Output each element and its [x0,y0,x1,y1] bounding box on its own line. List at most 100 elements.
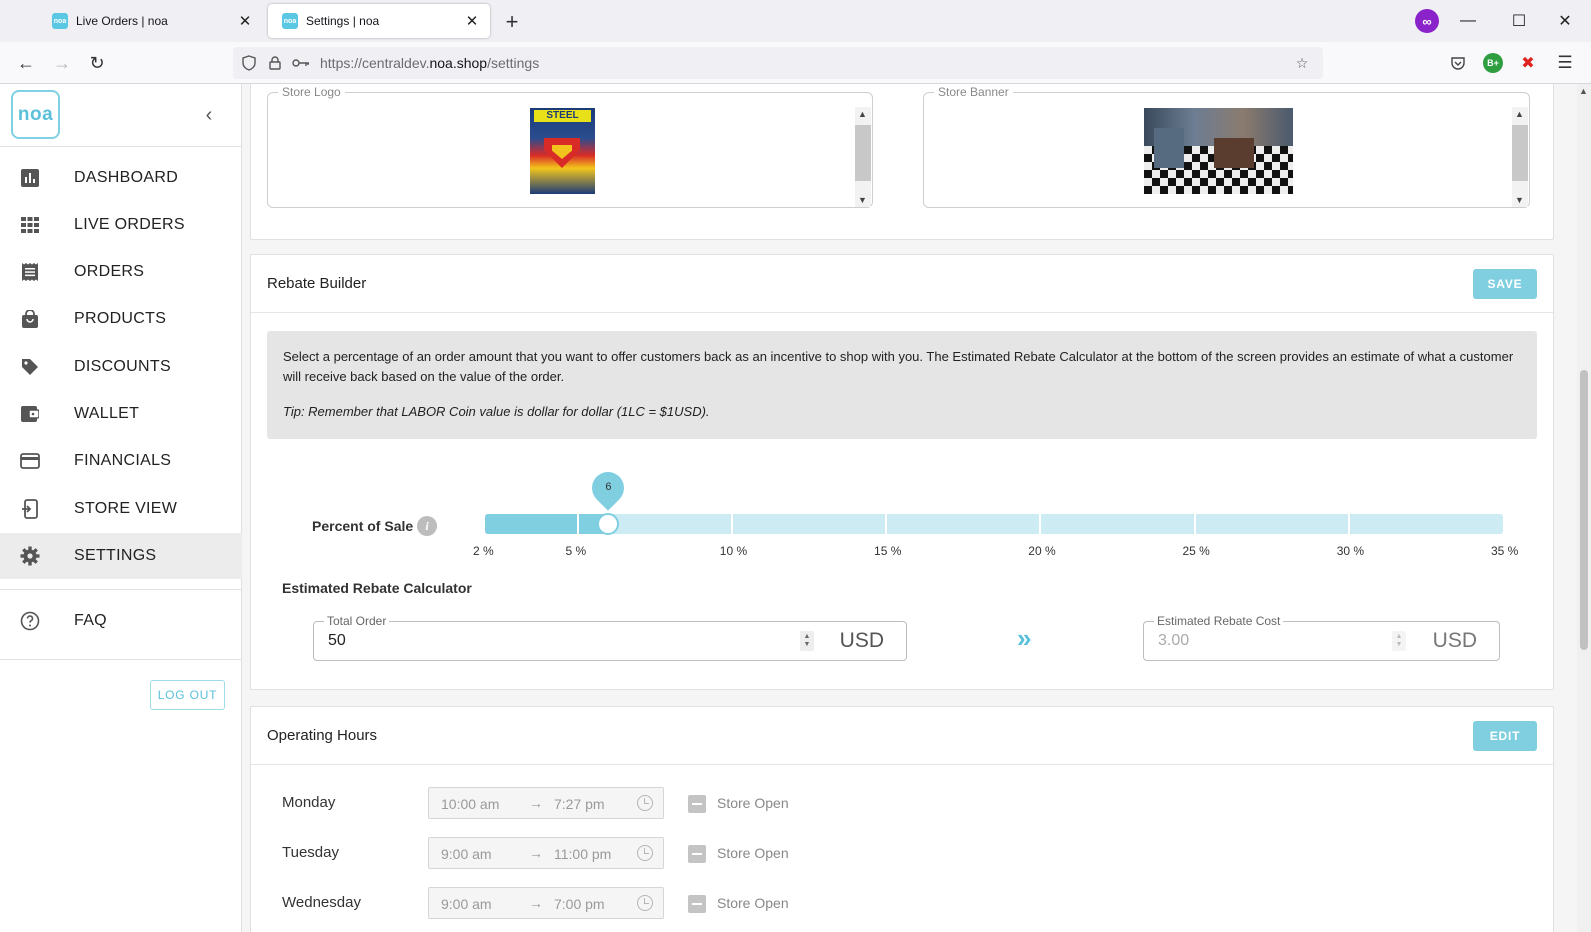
shield-icon[interactable] [236,50,262,76]
sidebar-item-settings[interactable]: SETTINGS [0,533,242,579]
clock-icon [637,845,653,861]
browser-tab-settings[interactable]: noa Settings | noa ✕ [268,4,490,38]
rebate-builder-title: Rebate Builder [267,275,367,292]
sidebar-item-faq[interactable]: FAQ [0,598,242,644]
store-banner-image [1144,108,1293,194]
arrow-right-icon: → [529,845,543,861]
operating-hours-card: Operating Hours EDIT Monday 10:00 am → 7… [250,706,1554,932]
shopping-bag-icon [20,309,40,329]
arrow-right-icon: → [529,795,543,811]
close-time: 7:00 pm [554,896,605,912]
total-order-value[interactable]: 50 [328,632,346,650]
divider [0,146,242,147]
hours-row-monday: Monday 10:00 am → 7:27 pm Store Open [251,787,1551,819]
store-open-checkbox[interactable] [688,845,706,863]
sidebar-item-label: DISCOUNTS [74,358,171,375]
key-icon[interactable] [288,50,314,76]
sidebar-item-label: DASHBOARD [74,169,179,186]
close-tab-icon[interactable]: ✕ [233,9,257,33]
calculator-title: Estimated Rebate Calculator [282,580,472,596]
url-text[interactable]: https://centraldev.noa.shop/settings [320,55,1289,71]
number-spinner-icon[interactable]: ▲ ▼ [800,631,814,651]
gear-icon [20,546,40,566]
time-range-picker[interactable]: 10:00 am → 7:27 pm [428,787,664,819]
rebate-description: Select a percentage of an order amount t… [283,349,1514,384]
logout-button[interactable]: LOG OUT [150,680,225,710]
tag-icon [20,357,40,377]
reload-button[interactable]: ↻ [82,49,112,77]
sidebar: noa ‹ DASHBOARD LIVE ORDERS ORDERS PRODU… [0,84,242,932]
slider-tick-mark [576,514,579,534]
noa-logo[interactable]: noa [11,90,60,139]
clock-icon [637,795,653,811]
store-logo-label: Store Logo [278,85,345,99]
operating-hours-title: Operating Hours [267,727,378,744]
store-banner-field[interactable]: Store Banner ▲ ▼ [923,85,1530,208]
pocket-icon[interactable] [1448,53,1468,73]
lock-icon[interactable] [262,50,288,76]
sidebar-item-live-orders[interactable]: LIVE ORDERS [0,202,242,248]
bar-chart-icon [20,168,40,188]
store-open-checkbox[interactable] [688,795,706,813]
sidebar-item-label: FAQ [74,612,107,629]
time-range-picker[interactable]: 9:00 am → 7:00 pm [428,887,664,919]
tab-title: Live Orders | noa [76,14,168,28]
store-logo-field[interactable]: Store Logo STEEL ▲ ▼ [267,85,873,208]
address-bar[interactable]: https://centraldev.noa.shop/settings ☆ [233,47,1323,79]
page-scrollbar[interactable]: ▲ [1577,84,1591,932]
slider-tick-label: 15 % [874,544,902,558]
sidebar-item-store-view[interactable]: STORE VIEW [0,486,242,532]
private-browsing-icon[interactable]: ∞ [1415,9,1439,33]
slider-tick-label: 25 % [1182,544,1210,558]
open-time: 9:00 am [441,896,492,912]
new-tab-button[interactable]: + [498,8,526,36]
logo-scrollbar[interactable]: ▲ ▼ [855,107,871,207]
receipt-icon [20,262,40,282]
total-order-field[interactable]: Total Order 50 ▲ ▼ USD [313,614,907,661]
collapse-sidebar-chevron-icon[interactable]: ‹ [196,102,222,128]
divider [0,659,242,660]
scroll-up-arrow-icon[interactable]: ▲ [1579,86,1588,96]
sidebar-item-wallet[interactable]: WALLET [0,391,242,437]
arrow-right-icon: → [529,895,543,911]
slider-tick-label: 30 % [1336,544,1365,558]
close-tab-icon[interactable]: ✕ [460,9,484,33]
time-range-picker[interactable]: 9:00 am → 11:00 pm [428,837,664,869]
menu-icon[interactable]: ☰ [1555,53,1575,73]
day-label: Monday [282,794,336,811]
browser-tab-live-orders[interactable]: noa Live Orders | noa ✕ [38,4,263,38]
close-window-button[interactable]: ✕ [1542,6,1588,36]
sidebar-item-financials[interactable]: FINANCIALS [0,438,242,484]
forward-button[interactable]: → [47,49,77,77]
grammar-extension-icon[interactable]: B+ [1483,53,1503,73]
sidebar-item-dashboard[interactable]: DASHBOARD [0,155,242,201]
day-label: Tuesday [282,844,339,861]
banner-scrollbar[interactable]: ▲ ▼ [1512,107,1528,207]
total-order-label: Total Order [324,614,390,628]
store-images-card: Store Logo STEEL ▲ ▼ Store Banner ▲ ▼ [250,84,1554,240]
page-scrollbar-thumb[interactable] [1580,370,1588,650]
save-button[interactable]: SAVE [1473,268,1537,299]
clock-icon [637,895,653,911]
browser-nav-bar: ← → ↻ https://centraldev.noa.shop/settin… [0,42,1591,84]
estimated-rebate-cost-field: Estimated Rebate Cost 3.00 ▲ ▼ USD [1143,614,1500,661]
slider-tick-mark [1193,514,1196,534]
back-button[interactable]: ← [11,49,41,77]
bookmark-star-icon[interactable]: ☆ [1289,50,1315,76]
sidebar-item-orders[interactable]: ORDERS [0,249,242,295]
ublock-shield-icon[interactable]: ✖ [1518,53,1538,73]
sidebar-item-discounts[interactable]: DISCOUNTS [0,344,242,390]
sidebar-item-products[interactable]: PRODUCTS [0,296,242,342]
minimize-window-button[interactable]: — [1445,6,1491,36]
edit-button[interactable]: EDIT [1473,720,1537,751]
percent-slider-track[interactable] [485,514,1503,534]
estimated-rebate-cost-unit: USD [1432,629,1477,652]
maximize-window-button[interactable]: ☐ [1496,6,1542,36]
store-open-checkbox[interactable] [688,895,706,913]
info-icon[interactable]: i [417,516,437,536]
estimated-rebate-cost-value: 3.00 [1158,632,1190,649]
close-time: 11:00 pm [554,846,612,862]
sidebar-item-label: STORE VIEW [74,500,178,517]
double-chevron-right-icon: » [1017,623,1032,653]
store-open-label: Store Open [717,895,789,911]
